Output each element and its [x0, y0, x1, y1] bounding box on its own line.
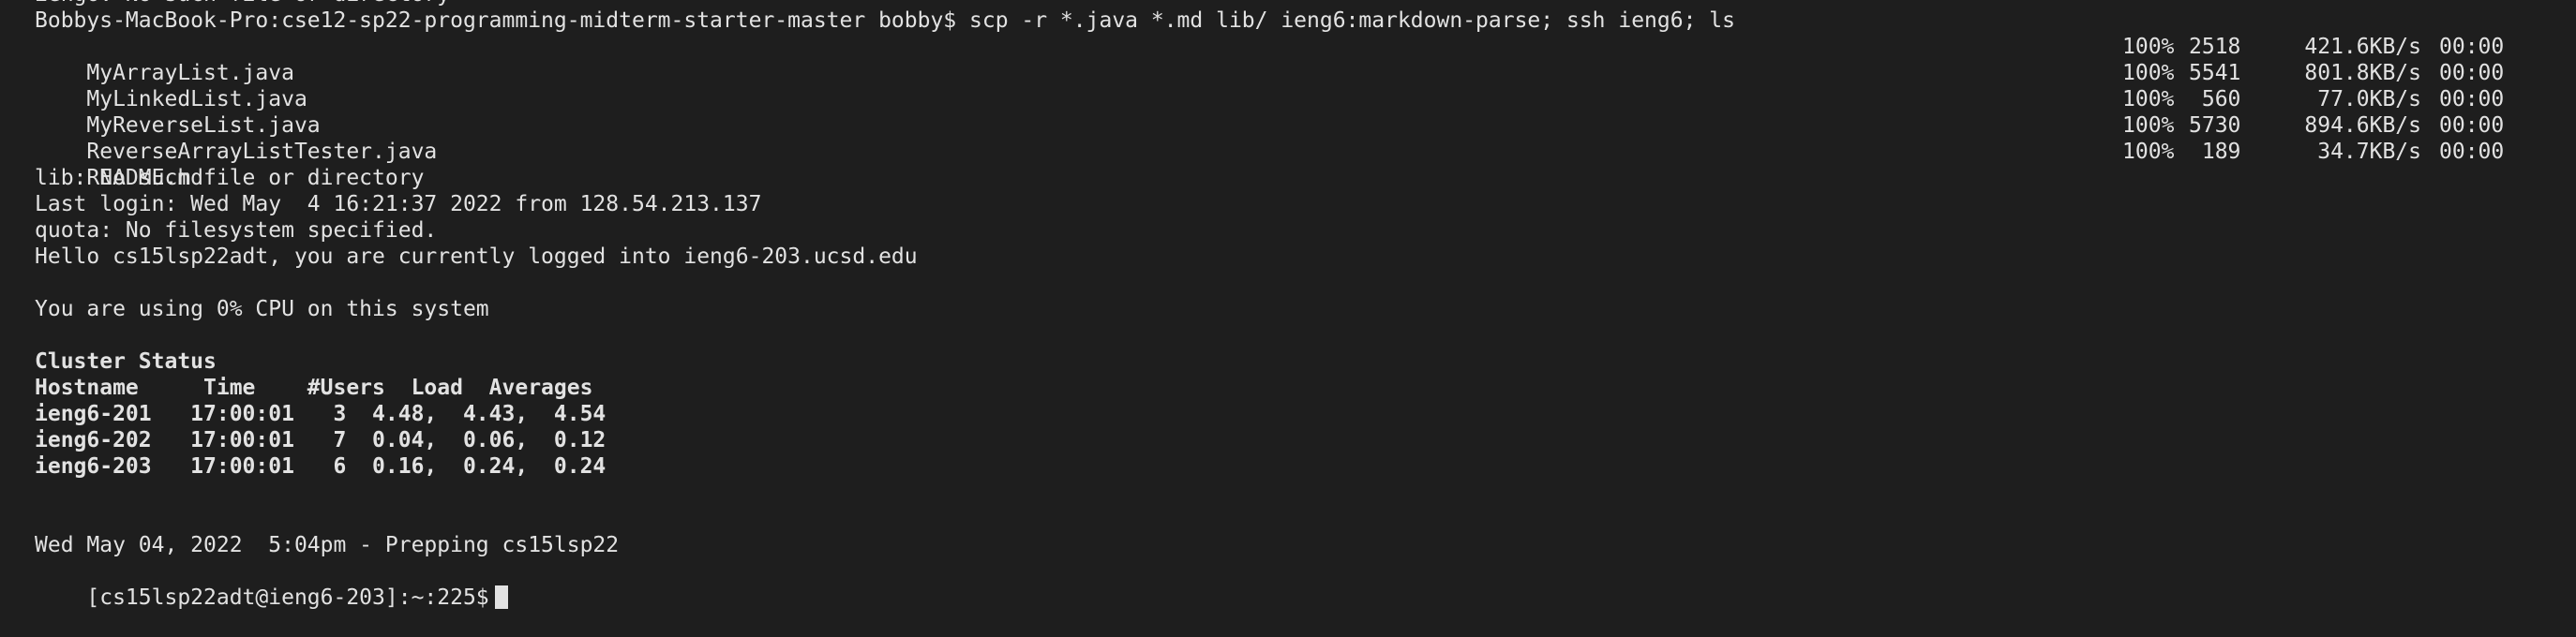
- transfer-size: 189: [2189, 140, 2241, 164]
- terminal-line-banner: Wed May 04, 2022 5:04pm - Prepping cs15l…: [35, 533, 620, 557]
- transfer-row: MyLinkedList.java 100% 5541 801.8KB/s 00…: [35, 60, 2556, 111]
- cluster-status-header: Hostname Time #Users Load Averages: [35, 376, 593, 400]
- transfer-eta: 00:00: [2439, 140, 2505, 164]
- terminal-line-greeting: Hello cs15lsp22adt, you are currently lo…: [35, 244, 918, 269]
- terminal-window[interactable]: ieng6: No such file or directory Bobbys-…: [35, 0, 2556, 624]
- transfer-size: 560: [2189, 87, 2241, 111]
- terminal-prompt-line[interactable]: [cs15lsp22adt@ieng6-203]:~:225$: [35, 558, 2556, 610]
- transfer-percent: 100%: [2122, 87, 2175, 111]
- cluster-status-row: ieng6-202 17:00:01 7 0.04, 0.06, 0.12: [35, 428, 607, 452]
- cluster-status-title: Cluster Status: [35, 349, 217, 374]
- transfer-size: 5730: [2189, 113, 2241, 138]
- terminal-line-command: Bobbys-MacBook-Pro:cse12-sp22-programmin…: [35, 8, 1735, 33]
- transfer-row: MyReverseList.java 100% 560 77.0KB/s 00:…: [35, 86, 2556, 138]
- transfer-rate: 421.6KB/s: [2304, 35, 2421, 59]
- transfer-eta: 00:00: [2439, 35, 2505, 59]
- transfer-row: README.md 100% 189 34.7KB/s 00:00: [35, 139, 2556, 190]
- cluster-status-row: ieng6-201 17:00:01 3 4.48, 4.43, 4.54: [35, 402, 607, 426]
- transfer-percent: 100%: [2122, 61, 2175, 85]
- transfer-rate: 801.8KB/s: [2304, 61, 2421, 85]
- transfer-percent: 100%: [2122, 35, 2175, 59]
- transfer-percent: 100%: [2122, 140, 2175, 164]
- transfer-eta: 00:00: [2439, 87, 2505, 111]
- terminal-line-quota: quota: No filesystem specified.: [35, 218, 438, 243]
- terminal-line-last-login: Last login: Wed May 4 16:21:37 2022 from…: [35, 192, 762, 216]
- terminal-line-lib-error: lib: No such file or directory: [35, 166, 425, 190]
- transfer-eta: 00:00: [2439, 61, 2505, 85]
- shell-prompt: [cs15lsp22adt@ieng6-203]:~:225$: [86, 585, 489, 610]
- transfer-rate: 34.7KB/s: [2317, 140, 2421, 164]
- transfer-size: 2518: [2189, 35, 2241, 59]
- cluster-status-row: ieng6-203 17:00:01 6 0.16, 0.24, 0.24: [35, 454, 607, 479]
- transfer-row: ReverseArrayListTester.java 100% 5730 89…: [35, 112, 2556, 164]
- transfer-row: MyArrayList.java 100% 2518 421.6KB/s 00:…: [35, 34, 2556, 85]
- transfer-percent: 100%: [2122, 113, 2175, 138]
- transfer-size: 5541: [2189, 61, 2241, 85]
- text-cursor[interactable]: [494, 585, 508, 609]
- transfer-rate: 894.6KB/s: [2304, 113, 2421, 138]
- terminal-line-error: ieng6: No such file or directory: [35, 0, 2556, 7]
- transfer-eta: 00:00: [2439, 113, 2505, 138]
- terminal-line-cpu: You are using 0% CPU on this system: [35, 297, 489, 321]
- transfer-rate: 77.0KB/s: [2317, 87, 2421, 111]
